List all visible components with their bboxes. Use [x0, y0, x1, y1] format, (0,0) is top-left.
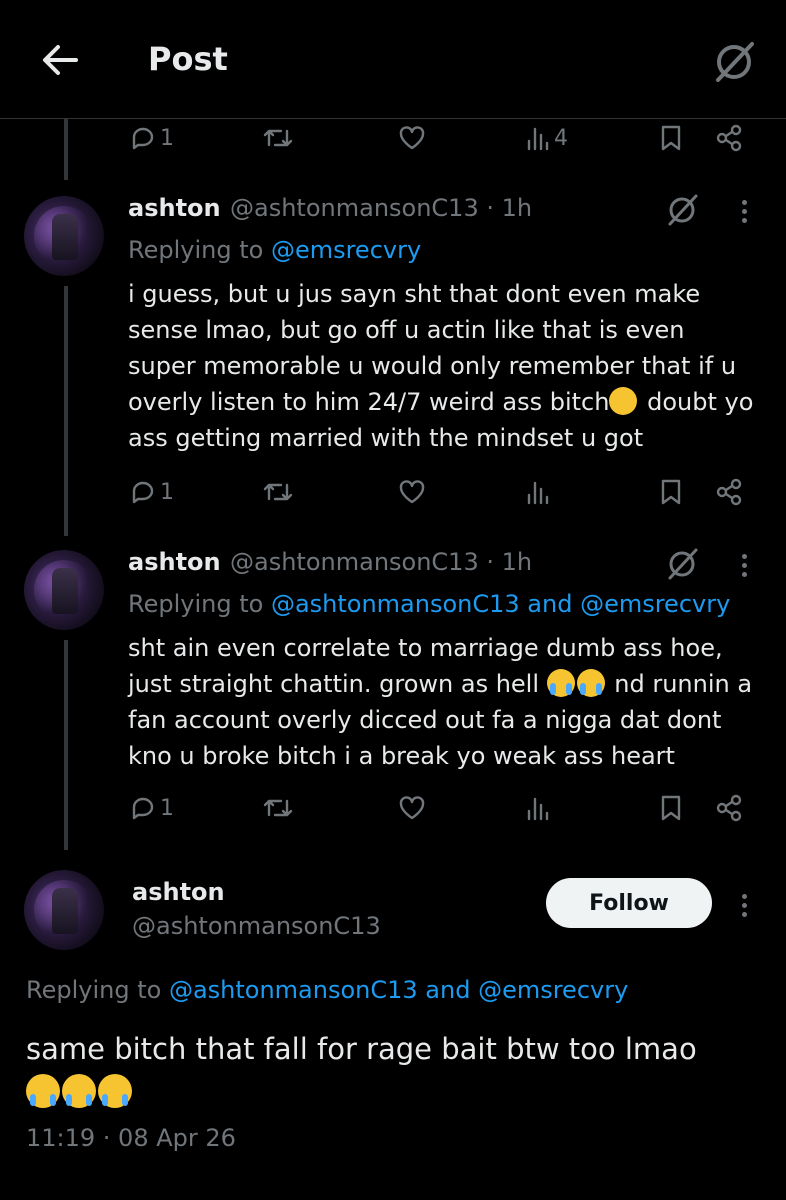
- views-button[interactable]: [526, 472, 550, 512]
- tweet-text: i guess, but u jus sayn sht that dont ev…: [128, 280, 754, 452]
- author-handle[interactable]: @ashtonmansonC13 · 1h: [230, 194, 532, 222]
- share-icon: [716, 794, 742, 822]
- reply-count: 1: [160, 479, 174, 505]
- like-button[interactable]: [398, 472, 426, 512]
- grok-icon[interactable]: [664, 192, 700, 228]
- replying-to: Replying to @ashtonmansonC13 and @emsrec…: [26, 976, 629, 1004]
- heart-icon: [399, 796, 425, 820]
- bookmark-button[interactable]: [660, 118, 682, 158]
- avatar[interactable]: [24, 870, 104, 950]
- heart-icon: [399, 126, 425, 150]
- more-options-icon[interactable]: [740, 550, 748, 581]
- reply-button[interactable]: 1: [130, 118, 174, 158]
- views-button[interactable]: 4: [526, 118, 568, 158]
- bookmark-button[interactable]: [660, 472, 682, 512]
- author-handle[interactable]: @ashtonmansonC13: [132, 912, 381, 940]
- reply-icon: [132, 127, 154, 150]
- views-button[interactable]: [526, 788, 550, 828]
- author-handle[interactable]: @ashtonmansonC13 · 1h: [230, 548, 532, 576]
- back-arrow-icon[interactable]: [38, 38, 82, 82]
- replying-to: Replying to @ashtonmansonC13 and @emsrec…: [128, 590, 731, 618]
- repost-icon: [263, 799, 293, 817]
- bookmark-icon: [661, 795, 681, 821]
- avatar[interactable]: [24, 550, 104, 630]
- share-button[interactable]: [714, 472, 744, 512]
- thread-line: [64, 640, 68, 850]
- replying-to: Replying to @emsrecvry: [128, 236, 422, 264]
- share-icon: [716, 478, 742, 506]
- heart-icon: [399, 480, 425, 504]
- bookmark-icon: [661, 479, 681, 505]
- share-button[interactable]: [714, 788, 744, 828]
- repost-button[interactable]: [262, 472, 294, 512]
- page-title: Post: [148, 40, 228, 78]
- author-name[interactable]: ashton: [128, 548, 221, 576]
- author-name[interactable]: ashton: [132, 878, 225, 906]
- bookmark-icon: [661, 125, 681, 151]
- crying-emoji: [62, 1074, 96, 1108]
- more-options-icon[interactable]: [740, 890, 748, 921]
- reply-icon: [132, 797, 154, 820]
- repost-button[interactable]: [262, 118, 294, 158]
- repost-icon: [263, 129, 293, 147]
- mention-link[interactable]: @ashtonmansonC13 and @emsrecvry: [169, 976, 628, 1004]
- bookmark-button[interactable]: [660, 788, 682, 828]
- post-actions: 1: [126, 472, 756, 512]
- like-button[interactable]: [398, 118, 426, 158]
- mention-link[interactable]: @ashtonmansonC13 and @emsrecvry: [271, 590, 730, 618]
- crying-emoji: [576, 669, 605, 697]
- repost-icon: [263, 483, 293, 501]
- repost-button[interactable]: [262, 788, 294, 828]
- grok-icon[interactable]: [664, 546, 700, 582]
- share-icon: [716, 124, 742, 152]
- reply-count: 1: [160, 125, 174, 151]
- like-button[interactable]: [398, 788, 426, 828]
- post-timestamp[interactable]: 11:19 · 08 Apr 26: [26, 1124, 236, 1152]
- crying-emoji: [98, 1074, 132, 1108]
- crying-emoji: [546, 669, 575, 697]
- crying-emoji: [26, 1074, 60, 1108]
- analytics-icon: [527, 797, 549, 821]
- reply-count: 1: [160, 795, 174, 821]
- reply-button[interactable]: 1: [130, 788, 174, 828]
- reply-button[interactable]: 1: [130, 472, 174, 512]
- mention-link[interactable]: @emsrecvry: [271, 236, 421, 264]
- thread-line: [64, 118, 68, 180]
- analytics-icon: [527, 127, 549, 151]
- grok-icon[interactable]: [710, 38, 758, 86]
- thread-line: [64, 286, 68, 536]
- more-options-icon[interactable]: [740, 196, 748, 227]
- avatar[interactable]: [24, 196, 104, 276]
- grinning-sweat-emoji: [609, 387, 638, 415]
- reply-icon: [132, 481, 154, 504]
- views-count: 4: [554, 125, 568, 151]
- post-actions: 1: [126, 788, 756, 828]
- analytics-icon: [527, 481, 549, 505]
- share-button[interactable]: [714, 118, 744, 158]
- author-name[interactable]: ashton: [128, 194, 221, 222]
- post-text: same bitch that fall for rage bait btw t…: [26, 1028, 766, 1112]
- follow-button[interactable]: Follow: [546, 878, 712, 928]
- post-actions: 1 4: [126, 118, 756, 158]
- top-bar: Post: [0, 0, 786, 119]
- tweet-text: sht ain even correlate to marriage dumb …: [128, 634, 753, 770]
